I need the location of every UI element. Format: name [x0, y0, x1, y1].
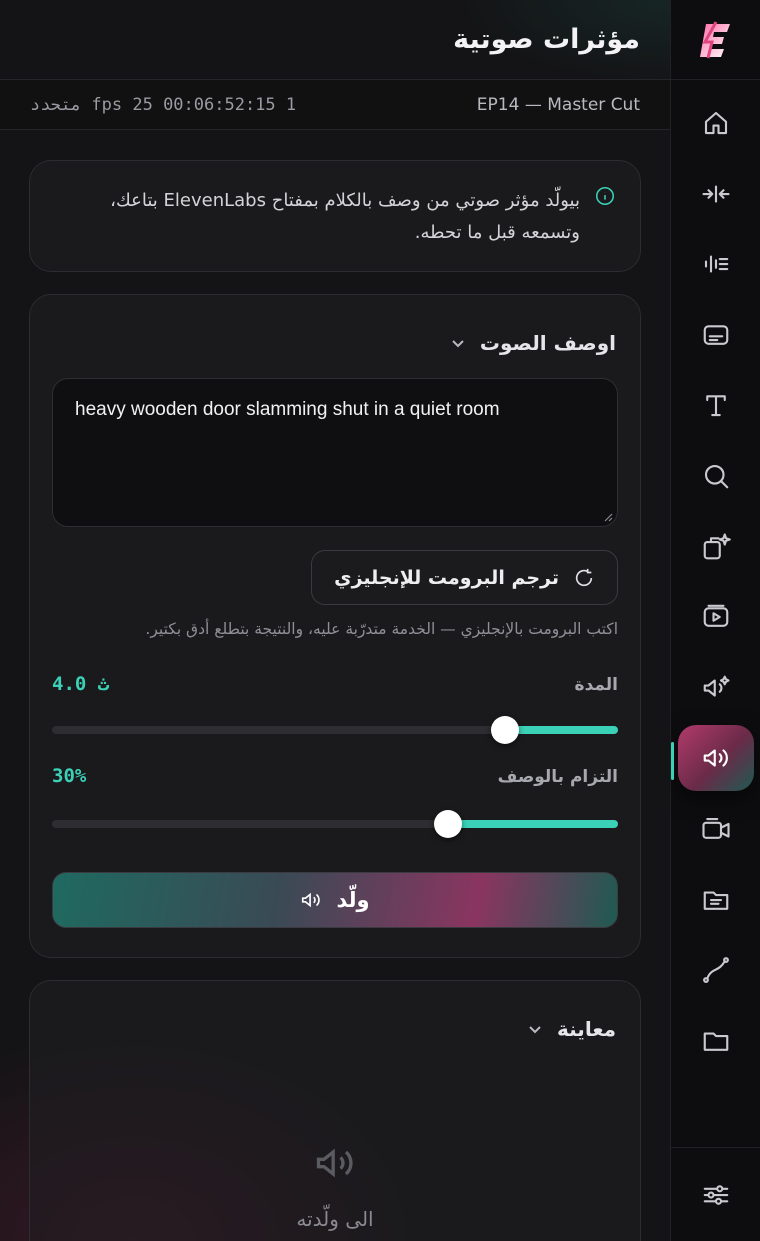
adherence-label: التزام بالوصف: [497, 767, 618, 787]
rail-video[interactable]: [678, 584, 754, 650]
translate-label: ترجم البرومت للإنجليزي: [334, 566, 559, 589]
rail-voice-ai[interactable]: [678, 655, 754, 721]
rail-curve[interactable]: [678, 937, 754, 1003]
rail-waveform[interactable]: [678, 231, 754, 297]
translate-button[interactable]: ترجم البرومت للإنجليزي: [311, 550, 618, 605]
page-title: مؤثرات صوتية: [453, 24, 640, 55]
home-icon: [704, 111, 727, 135]
rail-text[interactable]: [678, 372, 754, 438]
adherence-slider-thumb[interactable]: [434, 810, 463, 838]
logo-icon: [699, 20, 730, 58]
timecode-readout: fps 25 00:06:52:15 1 متحدد: [30, 94, 297, 115]
describe-header[interactable]: اوصف الصوت: [30, 295, 640, 369]
generate-button[interactable]: ولّد: [52, 872, 618, 928]
resize-grip-icon[interactable]: [601, 510, 613, 522]
preview-header[interactable]: معاينة: [30, 981, 640, 1055]
preview-empty-text: الى ولّدته: [296, 1207, 374, 1231]
chevron-down-icon: [452, 340, 464, 348]
subtitles-icon: [703, 324, 728, 345]
curve-icon: [702, 957, 729, 984]
header: مؤثرات صوتية: [0, 0, 670, 80]
rail-sound-effects[interactable]: [677, 725, 754, 792]
rail-folder[interactable]: [678, 1008, 754, 1074]
settings-sliders-icon[interactable]: [701, 1180, 731, 1210]
adherence-slider-fill: [448, 820, 618, 828]
rail-folder-doc[interactable]: [678, 867, 754, 933]
search-icon: [704, 464, 728, 489]
rail-subtitles[interactable]: [678, 302, 754, 368]
split-icon: [701, 185, 730, 203]
episode-title: EP14 — Master Cut: [476, 94, 640, 115]
duration-slider-thumb[interactable]: [490, 716, 519, 744]
camera-icon: [701, 817, 730, 839]
folder-doc-icon: [703, 890, 728, 910]
duration-value: 4.0 ث: [52, 673, 110, 695]
refresh-icon: [575, 568, 593, 586]
episode-bar: EP14 — Master Cut fps 25 00:06:52:15 1 م…: [0, 80, 670, 130]
speaker-icon: [316, 1148, 353, 1178]
voice-ai-icon: [703, 675, 730, 697]
rail-camera[interactable]: [678, 796, 754, 862]
generate-label: ولّد: [336, 888, 370, 912]
video-play-icon: [703, 604, 728, 627]
chevron-down-icon: [529, 1026, 541, 1034]
side-rail: [670, 0, 760, 1241]
prompt-hint: اكتب البرومت بالإنجليزي — الخدمة متدرّبة…: [145, 620, 618, 638]
adherence-slider[interactable]: [52, 810, 618, 838]
speaker-icon: [302, 892, 321, 908]
rail-items: [671, 90, 760, 1078]
rail-search[interactable]: [678, 443, 754, 509]
rail-home[interactable]: [678, 90, 754, 156]
rail-split[interactable]: [678, 161, 754, 227]
active-indicator: [671, 742, 674, 780]
app-logo[interactable]: [671, 0, 760, 80]
preview-section: معاينة الى ولّدته: [29, 980, 641, 1241]
describe-section: اوصف الصوت heavy wooden door slamming sh…: [29, 294, 641, 958]
duration-slider-fill: [504, 726, 618, 734]
info-text: بيولّد مؤثر صوتي من وصف بالكلام بمفتاح E…: [110, 190, 580, 243]
rail-bottom: [671, 1147, 760, 1241]
folder-icon: [703, 1032, 728, 1051]
main-panel: مؤثرات صوتية EP14 — Master Cut fps 25 00…: [0, 0, 670, 1241]
prompt-textarea[interactable]: heavy wooden door slamming shut in a qui…: [52, 378, 618, 527]
duration-label: المدة: [574, 675, 618, 695]
duration-slider[interactable]: [52, 716, 618, 744]
prompt-text: heavy wooden door slamming shut in a qui…: [75, 399, 500, 420]
preview-heading: معاينة: [557, 1017, 616, 1041]
info-icon: [594, 185, 616, 211]
preview-empty-state: الى ولّدته: [30, 1141, 640, 1231]
info-card: بيولّد مؤثر صوتي من وصف بالكلام بمفتاح E…: [29, 160, 641, 272]
ai-copy-icon: [703, 533, 731, 559]
waveform-icon: [704, 255, 728, 273]
adherence-value: 30%: [52, 765, 87, 787]
text-icon: [705, 395, 726, 417]
describe-heading: اوصف الصوت: [479, 331, 616, 355]
rail-ai-copy[interactable]: [678, 514, 754, 580]
sound-effects-icon: [703, 749, 728, 767]
